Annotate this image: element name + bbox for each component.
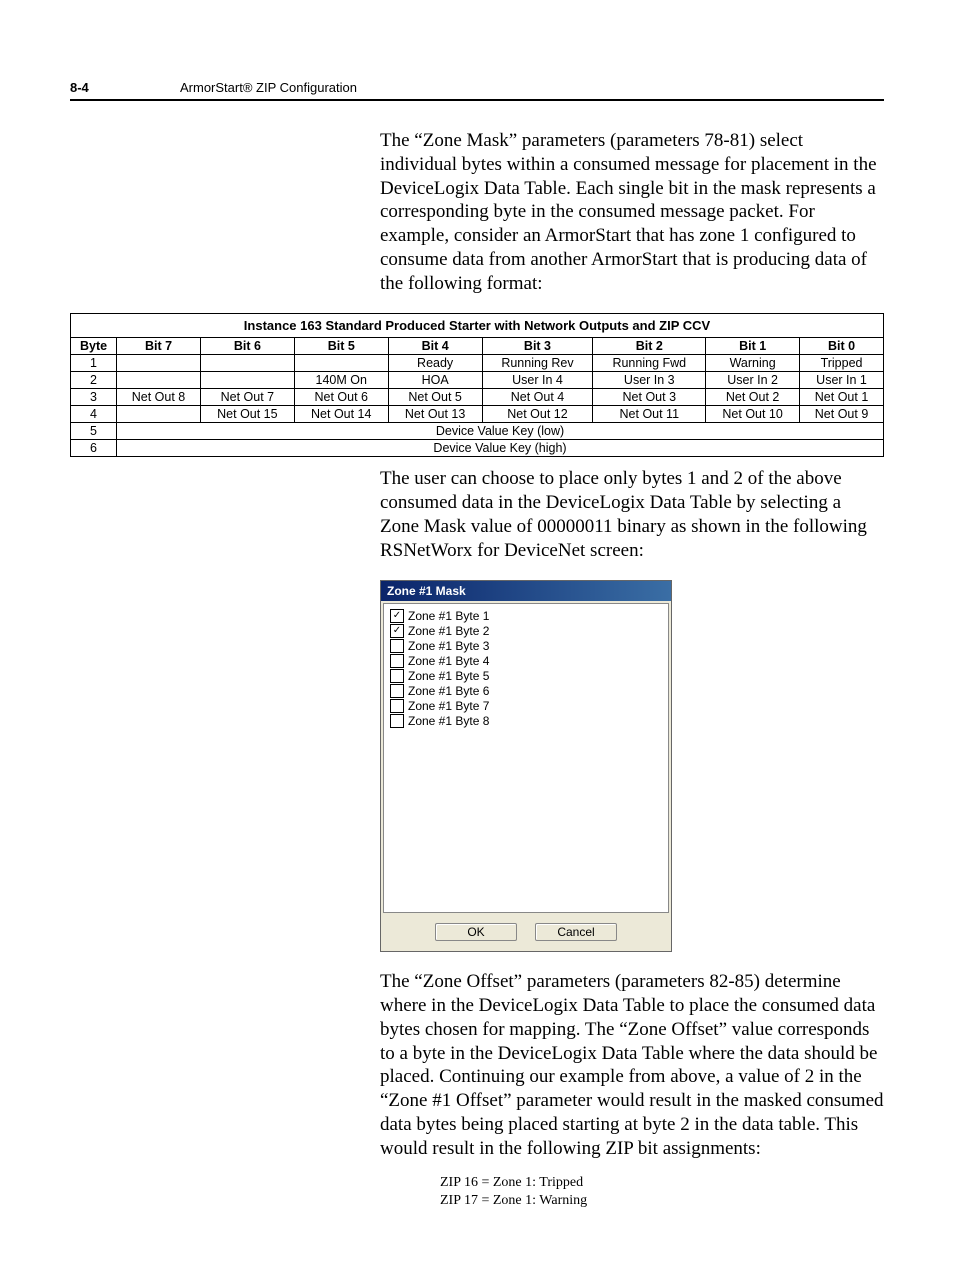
col-bit3: Bit 3 [482, 338, 593, 355]
col-bit0: Bit 0 [800, 338, 884, 355]
checkbox-label: Zone #1 Byte 7 [408, 699, 489, 713]
cancel-button[interactable]: Cancel [535, 923, 617, 941]
table-row: 4 Net Out 15 Net Out 14 Net Out 13 Net O… [71, 406, 884, 423]
col-bit4: Bit 4 [388, 338, 482, 355]
checkbox-label: Zone #1 Byte 5 [408, 669, 489, 683]
checkbox-icon[interactable] [390, 654, 404, 668]
checkbox-label: Zone #1 Byte 3 [408, 639, 489, 653]
zone-byte-checkbox[interactable]: Zone #1 Byte 8 [390, 714, 662, 728]
checkbox-icon[interactable] [390, 639, 404, 653]
col-bit1: Bit 1 [706, 338, 800, 355]
table-title: Instance 163 Standard Produced Starter w… [71, 314, 884, 338]
table-row: 1 Ready Running Rev Running Fwd Warning … [71, 355, 884, 372]
col-bit6: Bit 6 [200, 338, 294, 355]
checkbox-icon[interactable] [390, 699, 404, 713]
checkbox-icon[interactable] [390, 714, 404, 728]
zip-assignment: ZIP 17 = Zone 1: Warning [440, 1192, 884, 1210]
col-bit2: Bit 2 [593, 338, 706, 355]
checkbox-label: Zone #1 Byte 6 [408, 684, 489, 698]
section-title: ArmorStart® ZIP Configuration [180, 80, 357, 95]
dialog-body: ✓Zone #1 Byte 1✓Zone #1 Byte 2Zone #1 By… [383, 603, 669, 913]
dialog-title: Zone #1 Mask [381, 581, 671, 601]
zone-byte-checkbox[interactable]: Zone #1 Byte 3 [390, 639, 662, 653]
paragraph-3: The “Zone Offset” parameters (parameters… [380, 970, 884, 1160]
bit-table: Instance 163 Standard Produced Starter w… [70, 313, 884, 457]
checkbox-icon[interactable] [390, 684, 404, 698]
table-row: 3 Net Out 8 Net Out 7 Net Out 6 Net Out … [71, 389, 884, 406]
zone-mask-dialog: Zone #1 Mask ✓ Zone #1 Byte 1 ✓ Zone #1 Byt… [380, 580, 672, 952]
header-rule [70, 99, 884, 101]
checkbox-icon[interactable]: ✓ [390, 609, 404, 623]
zone-byte-checkbox[interactable]: ✓ Zone #1 Byte 1 [390, 609, 662, 623]
checkbox-label: Zone #1 Byte 1 [408, 609, 489, 623]
zone-byte-checkbox[interactable]: Zone #1 Byte 6 [390, 684, 662, 698]
ok-button[interactable]: OK [435, 923, 517, 941]
paragraph-2: The user can choose to place only bytes … [380, 467, 884, 562]
zone-byte-checkbox[interactable]: Zone #1 Byte 7 [390, 699, 662, 713]
page-number: 8-4 [70, 80, 180, 95]
col-bit5: Bit 5 [294, 338, 388, 355]
paragraph-1: The “Zone Mask” parameters (parameters 7… [380, 129, 884, 295]
zip-assignment: ZIP 16 = Zone 1: Tripped [440, 1174, 884, 1192]
col-bit7: Bit 7 [117, 338, 201, 355]
zone-byte-checkbox[interactable]: Zone #1 Byte 5 [390, 669, 662, 683]
table-row: 5 Device Value Key (low) [71, 423, 884, 440]
zone-byte-checkbox[interactable]: ✓ Zone #1 Byte 2 [390, 624, 662, 638]
table-row: 6 Device Value Key (high) [71, 440, 884, 457]
checkbox-label: Zone #1 Byte 4 [408, 654, 489, 668]
table-header-row: Byte Bit 7 Bit 6 Bit 5 Bit 4 Bit 3 Bit 2… [71, 338, 884, 355]
zone-byte-checkbox[interactable]: Zone #1 Byte 4 [390, 654, 662, 668]
checkbox-label: Zone #1 Byte 8 [408, 714, 489, 728]
table-row: 2 140M On HOA User In 4 User In 3 User I… [71, 372, 884, 389]
checkbox-icon[interactable] [390, 669, 404, 683]
checkbox-icon[interactable]: ✓ [390, 624, 404, 638]
col-byte: Byte [71, 338, 117, 355]
checkbox-label: Zone #1 Byte 2 [408, 624, 489, 638]
